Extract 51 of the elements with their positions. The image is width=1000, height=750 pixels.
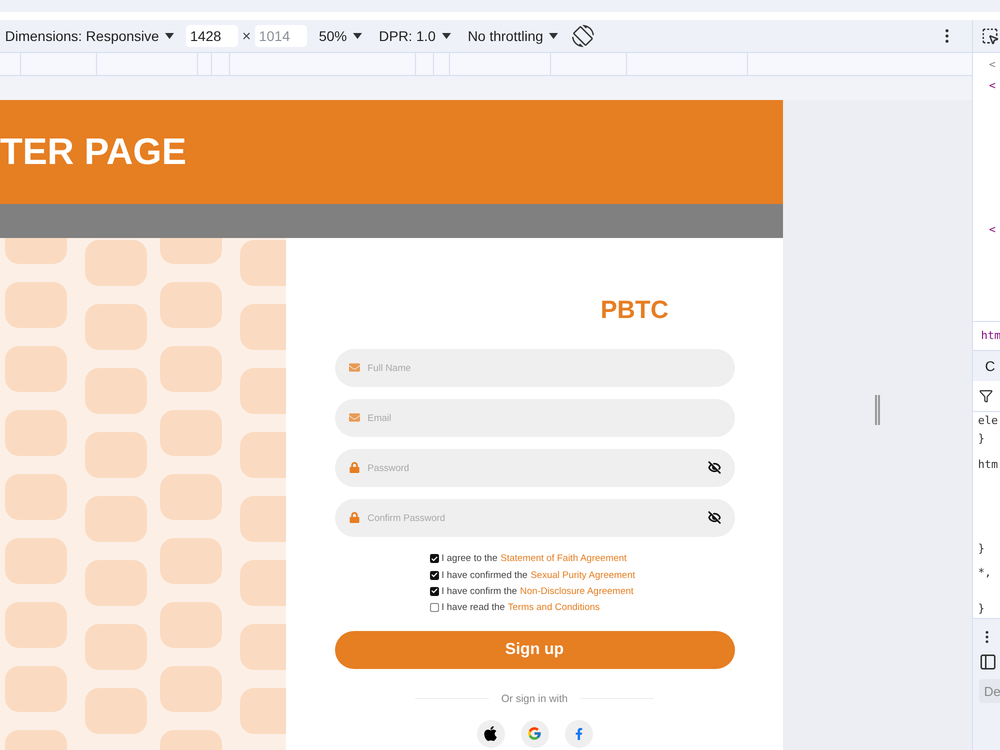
apple-icon xyxy=(482,725,499,742)
zoom-dropdown[interactable]: 50% xyxy=(318,28,362,44)
divider-text: Or sign in with xyxy=(501,692,568,705)
inspect-icon[interactable] xyxy=(981,27,999,45)
lock-icon xyxy=(348,462,360,473)
code-line: ele xyxy=(977,413,999,429)
social-login-button[interactable] xyxy=(476,720,504,748)
checkbox[interactable] xyxy=(430,603,438,612)
throttling-dropdown[interactable]: No throttling xyxy=(468,28,558,44)
width-input[interactable]: 1428 xyxy=(186,25,238,47)
page-title: TER PAGE xyxy=(0,131,186,173)
search-field[interactable]: De xyxy=(979,679,1000,703)
code-line: } xyxy=(977,601,986,617)
code-line: *, xyxy=(977,565,992,581)
dpr-dropdown[interactable]: DPR: 1.0 xyxy=(378,28,451,44)
input-field[interactable]: Password xyxy=(334,449,734,487)
code-line: < xyxy=(988,222,997,238)
height-input[interactable]: 1014 xyxy=(254,25,307,47)
resize-handle[interactable] xyxy=(875,395,880,425)
dimensions-dropdown[interactable]: Dimensions: Responsive xyxy=(5,28,174,44)
envelope-icon xyxy=(348,362,360,373)
caret-icon xyxy=(442,33,451,39)
agreement-text: I have confirm the xyxy=(442,586,518,597)
code-line: < xyxy=(988,57,997,73)
google-icon xyxy=(527,726,542,742)
checkbox[interactable] xyxy=(430,554,438,564)
code-line: htm xyxy=(977,457,999,473)
times-sign: × xyxy=(242,28,251,44)
lock-icon xyxy=(348,512,360,523)
agreement-text: I agree to the xyxy=(442,553,498,564)
caret-icon xyxy=(352,33,362,39)
code-line: } xyxy=(977,431,986,447)
input-field[interactable]: Confirm Password xyxy=(334,499,734,537)
filter-icon[interactable] xyxy=(979,389,993,403)
eye-off-icon[interactable] xyxy=(708,511,720,524)
agreement-text: I have read the xyxy=(442,602,505,614)
rotate-icon[interactable] xyxy=(572,25,594,47)
eye-off-icon[interactable] xyxy=(708,461,720,474)
styles-tab[interactable]: C xyxy=(973,351,1000,381)
input-field[interactable]: Full Name xyxy=(334,349,734,387)
checkbox[interactable] xyxy=(430,586,438,596)
agreement-text: I have confirmed the xyxy=(442,570,528,581)
brand-name: PBTC xyxy=(600,296,668,325)
checkbox[interactable] xyxy=(430,570,438,580)
caret-icon xyxy=(165,33,174,39)
caret-icon xyxy=(549,33,558,39)
input-field[interactable]: Email xyxy=(334,399,734,437)
code-line: } xyxy=(977,541,986,557)
code-line: < xyxy=(988,78,997,94)
envelope-icon xyxy=(348,412,360,423)
dock-icon[interactable] xyxy=(979,653,997,671)
